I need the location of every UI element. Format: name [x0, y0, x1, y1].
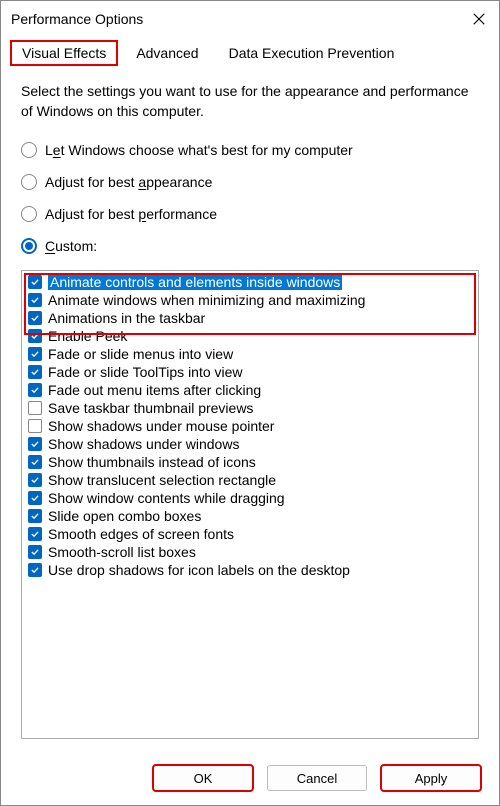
tab-advanced[interactable]: Advanced: [125, 41, 209, 65]
close-button[interactable]: [465, 5, 493, 33]
list-item-label: Show window contents while dragging: [48, 490, 285, 506]
list-item-label: Show translucent selection rectangle: [48, 472, 276, 488]
radio-icon: [21, 238, 37, 254]
radio-best-performance[interactable]: Adjust for best performance: [21, 206, 479, 222]
checkbox-icon: [28, 347, 42, 361]
checkbox-icon: [28, 275, 42, 289]
tab-visual-effects[interactable]: Visual Effects: [11, 41, 117, 65]
list-item-label: Use drop shadows for icon labels on the …: [48, 562, 350, 578]
list-item-label: Animate windows when minimizing and maxi…: [48, 292, 365, 308]
list-item-label: Fade out menu items after clicking: [48, 382, 261, 398]
checkbox-icon: [28, 563, 42, 577]
checkbox-icon: [28, 365, 42, 379]
checkbox-icon: [28, 527, 42, 541]
checkbox-icon: [28, 545, 42, 559]
radio-label: Let Windows choose what's best for my co…: [45, 142, 353, 158]
ok-button[interactable]: OK: [153, 765, 253, 791]
tab-panel-visual-effects: Select the settings you want to use for …: [1, 65, 499, 749]
checkbox-icon: [28, 311, 42, 325]
list-item[interactable]: Animate windows when minimizing and maxi…: [24, 291, 476, 309]
checkbox-icon: [28, 455, 42, 469]
checkbox-icon: [28, 401, 42, 415]
list-item[interactable]: Show shadows under windows: [24, 435, 476, 453]
checkbox-icon: [28, 419, 42, 433]
list-item[interactable]: Smooth-scroll list boxes: [24, 543, 476, 561]
list-item-label: Enable Peek: [48, 328, 127, 344]
list-item-label: Fade or slide menus into view: [48, 346, 233, 362]
radio-custom[interactable]: Custom:: [21, 238, 479, 254]
list-item-label: Smooth edges of screen fonts: [48, 526, 234, 542]
radio-label: Custom:: [45, 238, 97, 254]
checkbox-icon: [28, 329, 42, 343]
list-item-label: Slide open combo boxes: [48, 508, 201, 524]
checkbox-icon: [28, 293, 42, 307]
checkbox-icon: [28, 473, 42, 487]
apply-button[interactable]: Apply: [381, 765, 481, 791]
list-item[interactable]: Fade or slide menus into view: [24, 345, 476, 363]
radio-icon: [21, 174, 37, 190]
list-item-label: Save taskbar thumbnail previews: [48, 400, 253, 416]
visual-effects-listbox[interactable]: Animate controls and elements inside win…: [21, 270, 479, 739]
window-title: Performance Options: [11, 11, 143, 27]
list-item[interactable]: Fade or slide ToolTips into view: [24, 363, 476, 381]
radio-label: Adjust for best performance: [45, 206, 217, 222]
list-item-label: Show shadows under windows: [48, 436, 239, 452]
list-item[interactable]: Fade out menu items after clicking: [24, 381, 476, 399]
list-item[interactable]: Show translucent selection rectangle: [24, 471, 476, 489]
checkbox-icon: [28, 491, 42, 505]
list-item[interactable]: Enable Peek: [24, 327, 476, 345]
checkbox-icon: [28, 509, 42, 523]
radio-best-appearance[interactable]: Adjust for best appearance: [21, 174, 479, 190]
cancel-button[interactable]: Cancel: [267, 765, 367, 791]
radio-icon: [21, 142, 37, 158]
list-item-label: Animations in the taskbar: [48, 310, 205, 326]
list-item-label: Smooth-scroll list boxes: [48, 544, 196, 560]
dialog-footer: OK Cancel Apply: [1, 749, 499, 805]
list-item[interactable]: Slide open combo boxes: [24, 507, 476, 525]
tab-dep[interactable]: Data Execution Prevention: [218, 41, 406, 65]
list-item[interactable]: Show thumbnails instead of icons: [24, 453, 476, 471]
description-text: Select the settings you want to use for …: [21, 81, 479, 122]
list-item[interactable]: Show shadows under mouse pointer: [24, 417, 476, 435]
radio-label: Adjust for best appearance: [45, 174, 212, 190]
list-item-label: Animate controls and elements inside win…: [48, 274, 342, 290]
radio-icon: [21, 206, 37, 222]
list-item[interactable]: Smooth edges of screen fonts: [24, 525, 476, 543]
checkbox-icon: [28, 437, 42, 451]
list-item[interactable]: Show window contents while dragging: [24, 489, 476, 507]
titlebar: Performance Options: [1, 1, 499, 37]
checkbox-icon: [28, 383, 42, 397]
list-item-label: Show shadows under mouse pointer: [48, 418, 274, 434]
list-item[interactable]: Animate controls and elements inside win…: [24, 273, 476, 291]
list-item-label: Fade or slide ToolTips into view: [48, 364, 243, 380]
radio-let-windows-choose[interactable]: Let Windows choose what's best for my co…: [21, 142, 479, 158]
tab-strip: Visual Effects Advanced Data Execution P…: [1, 37, 499, 65]
list-item[interactable]: Use drop shadows for icon labels on the …: [24, 561, 476, 579]
list-item-label: Show thumbnails instead of icons: [48, 454, 256, 470]
close-icon: [472, 12, 486, 26]
list-item[interactable]: Animations in the taskbar: [24, 309, 476, 327]
list-item[interactable]: Save taskbar thumbnail previews: [24, 399, 476, 417]
